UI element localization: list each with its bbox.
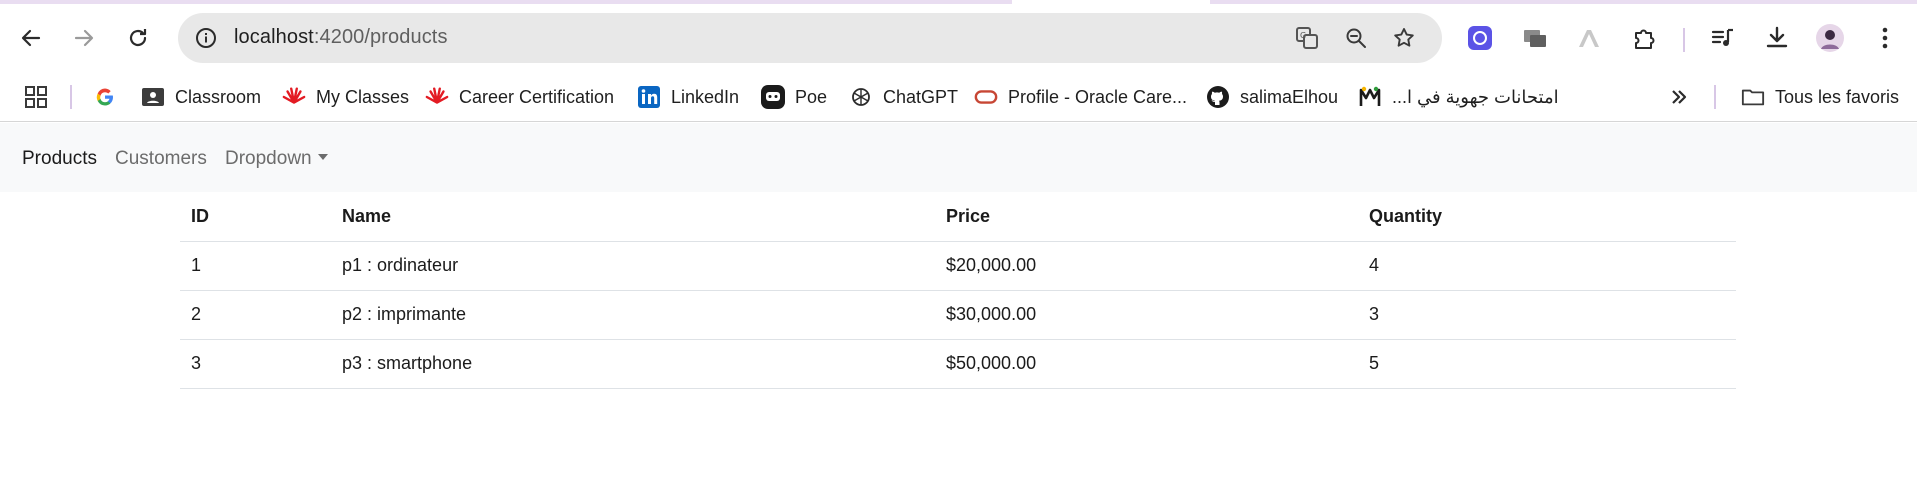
huawei-icon <box>425 85 449 109</box>
cell-quantity: 5 <box>1358 339 1736 389</box>
url-text[interactable]: localhost:4200/products <box>234 26 448 49</box>
github-icon <box>1206 85 1230 109</box>
translate-icon[interactable]: G <box>1291 22 1323 54</box>
bookmark-label: Profile - Oracle Care... <box>1008 86 1188 107</box>
bookmark-label: Poe <box>795 86 828 107</box>
caret-down-icon <box>317 154 328 160</box>
nav-dropdown[interactable]: Dropdown <box>225 148 328 170</box>
avatar[interactable] <box>1814 22 1846 54</box>
bookmark-oracle-profile[interactable]: Profile - Oracle Care... <box>974 81 1187 113</box>
cell-id: 1 <box>180 241 331 291</box>
forward-icon[interactable] <box>68 22 100 54</box>
column-header-name: Name <box>331 193 935 242</box>
cell-price: $20,000.00 <box>935 241 1358 291</box>
column-header-price: Price <box>935 193 1358 242</box>
star-icon[interactable] <box>1388 22 1420 54</box>
download-icon[interactable] <box>1761 22 1793 54</box>
bookmarks-separator <box>70 85 72 109</box>
bookmark-career-certification[interactable]: Career Certification <box>425 81 614 113</box>
bookmarks-bar: Classroom My Classes Career Certificatio… <box>0 72 1917 122</box>
bookmark-my-classes[interactable]: My Classes <box>282 81 409 113</box>
info-icon[interactable] <box>190 22 222 54</box>
browser-toolbar: localhost:4200/products G <box>0 4 1917 72</box>
cell-id: 3 <box>180 339 331 389</box>
chatgpt-icon <box>849 85 873 109</box>
classroom-icon <box>141 85 165 109</box>
all-bookmarks-label: Tous les favoris <box>1775 86 1900 107</box>
bookmark-label: salimaElhou <box>1240 86 1339 107</box>
folder-icon <box>1741 85 1765 109</box>
back-icon[interactable] <box>15 22 47 54</box>
cell-id: 2 <box>180 290 331 340</box>
cell-quantity: 3 <box>1358 290 1736 340</box>
google-icon[interactable] <box>94 81 116 113</box>
bookmark-label: My Classes <box>316 86 410 107</box>
bookmark-label: امتحانات جهوية في ا... <box>1392 86 1559 107</box>
oracle-icon <box>974 85 998 109</box>
table-row: 2 p2 : imprimante $30,000.00 3 <box>180 290 1736 340</box>
bookmarks-separator <box>1714 85 1716 109</box>
zoom-icon[interactable] <box>1340 22 1372 54</box>
app-navbar: Products Customers Dropdown <box>0 123 1917 192</box>
bookmark-label: ChatGPT <box>883 86 959 107</box>
bookmark-classroom[interactable]: Classroom <box>141 81 261 113</box>
bookmark-arabic-exams[interactable]: امتحانات جهوية في ا... <box>1358 81 1559 113</box>
extension-1-icon[interactable] <box>1464 22 1496 54</box>
media-icon[interactable] <box>1707 22 1739 54</box>
bookmark-linkedin[interactable]: LinkedIn <box>637 81 739 113</box>
column-header-id: ID <box>180 193 331 242</box>
bookmark-poe[interactable]: Poe <box>761 81 827 113</box>
more-bookmarks-icon[interactable] <box>1670 81 1688 113</box>
url-host: localhost <box>234 26 314 48</box>
address-bar[interactable]: localhost:4200/products G <box>178 13 1442 63</box>
svg-text:G: G <box>1300 31 1306 40</box>
table-header-row: ID Name Price Quantity <box>180 193 1736 242</box>
nav-dropdown-label: Dropdown <box>225 148 312 169</box>
bookmark-label: LinkedIn <box>671 86 740 107</box>
extension-3-icon[interactable] <box>1573 22 1605 54</box>
kebab-icon[interactable] <box>1869 22 1901 54</box>
bookmark-label: Career Certification <box>459 86 615 107</box>
reload-icon[interactable] <box>122 22 154 54</box>
url-path: :4200/products <box>313 26 448 48</box>
cell-price: $50,000.00 <box>935 339 1358 389</box>
poe-icon <box>761 85 785 109</box>
cell-quantity: 4 <box>1358 241 1736 291</box>
cell-name: p2 : imprimante <box>331 290 935 340</box>
all-bookmarks-folder[interactable]: Tous les favoris <box>1741 81 1899 113</box>
extension-2-icon[interactable] <box>1519 22 1551 54</box>
table-row: 3 p3 : smartphone $50,000.00 5 <box>180 339 1736 389</box>
table-row: 1 p1 : ordinateur $20,000.00 4 <box>180 241 1736 291</box>
nav-link-customers[interactable]: Customers <box>115 148 207 170</box>
column-header-quantity: Quantity <box>1358 193 1736 242</box>
nav-link-products[interactable]: Products <box>22 148 97 170</box>
bookmark-label: Classroom <box>175 86 262 107</box>
bookmark-chatgpt[interactable]: ChatGPT <box>849 81 958 113</box>
linkedin-icon <box>637 85 661 109</box>
huawei-icon <box>282 85 306 109</box>
puzzle-icon[interactable] <box>1628 22 1660 54</box>
products-table: ID Name Price Quantity 1 p1 : ordinateur… <box>180 193 1736 389</box>
bookmark-github[interactable]: salimaElhou <box>1206 81 1338 113</box>
m-icon <box>1358 85 1382 109</box>
apps-icon[interactable] <box>24 81 48 113</box>
cell-name: p1 : ordinateur <box>331 241 935 291</box>
toolbar-separator <box>1683 28 1685 52</box>
cell-name: p3 : smartphone <box>331 339 935 389</box>
cell-price: $30,000.00 <box>935 290 1358 340</box>
